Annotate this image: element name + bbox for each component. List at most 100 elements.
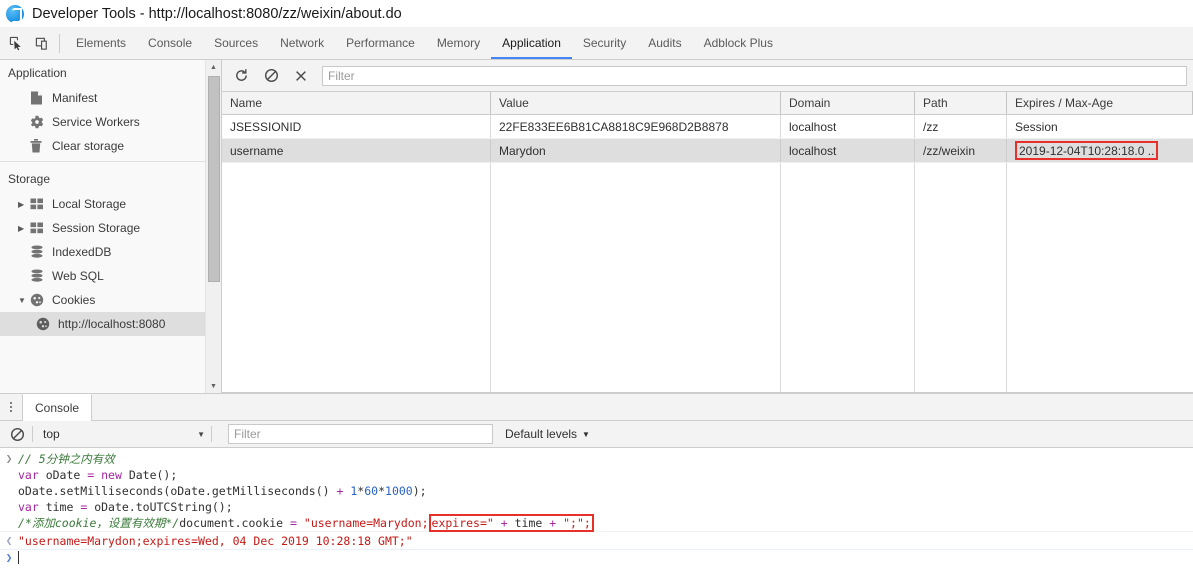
table-row[interactable]: JSESSIONID 22FE833EE6B81CA8818C9E968D2B8… [222, 115, 1193, 139]
console-output[interactable]: ❯ // 5分钟之内有效 var oDate = new Date(); oDa… [0, 448, 1193, 582]
clear-console-icon[interactable] [4, 427, 30, 442]
database-icon [30, 245, 50, 259]
devtools-blue-icon [6, 4, 24, 23]
trash-icon [30, 139, 50, 153]
column-header-domain[interactable]: Domain [781, 92, 915, 114]
tab-elements[interactable]: Elements [65, 28, 137, 59]
devtools-tabstrip: Elements Console Sources Network Perform… [0, 28, 1193, 60]
sidebar-scrollbar[interactable]: ▲ ▼ [205, 60, 221, 393]
code-token: time [514, 516, 550, 530]
console-result-message: ❮ "username=Marydon;expires=Wed, 04 Dec … [0, 531, 1193, 549]
empty-col-path [915, 163, 1007, 392]
drawer-tabstrip: Console [0, 394, 1193, 421]
table-grid-icon [30, 198, 50, 210]
empty-col-expires [1007, 163, 1193, 392]
tab-security[interactable]: Security [572, 28, 637, 59]
cookie-icon [30, 293, 50, 307]
code-token: + [336, 484, 351, 498]
tab-sources[interactable]: Sources [203, 28, 269, 59]
code-highlight-box: expires=" + time + ";"; [428, 514, 594, 532]
scroll-down-arrow-icon[interactable]: ▼ [206, 379, 221, 393]
code-line: var time = oDate.toUTCString(); [18, 499, 1193, 515]
table-header-row: Name Value Domain Path Expires / Max-Age [222, 92, 1193, 115]
code-comment: /*添加cookie，设置有效期*/ [18, 516, 180, 530]
sidebar-item-label: http://localhost:8080 [58, 317, 166, 331]
tab-memory[interactable]: Memory [426, 28, 491, 59]
empty-col-domain [781, 163, 915, 392]
refresh-icon[interactable] [226, 63, 256, 89]
tab-label: Application [502, 35, 561, 50]
column-header-expires[interactable]: Expires / Max-Age [1007, 92, 1193, 114]
database-icon [30, 269, 50, 283]
cell-path: /zz/weixin [915, 139, 1007, 162]
window-title-bar: Developer Tools - http://localhost:8080/… [0, 0, 1193, 28]
console-input-message: ❯ // 5分钟之内有效 var oDate = new Date(); oDa… [0, 451, 1193, 532]
code-token: Date(); [128, 468, 178, 482]
tab-label: Sources [214, 35, 259, 50]
sidebar-scrollbar-thumb[interactable] [208, 76, 220, 282]
sidebar-item-session-storage[interactable]: ▶ Session Storage [0, 216, 221, 240]
execution-context-value: top [43, 427, 60, 441]
chevron-right-icon[interactable]: ▶ [18, 224, 30, 233]
code-token: ";"; [563, 516, 591, 530]
chevron-down-icon[interactable]: ▼ [18, 296, 30, 305]
cell-expires-highlighted: 2019-12-04T10:28:18.0 .. [1007, 139, 1193, 162]
table-row[interactable]: username Marydon localhost /zz/weixin 20… [222, 139, 1193, 163]
tab-label: Console [148, 35, 193, 50]
code-line: // 5分钟之内有效 [18, 451, 1193, 467]
more-options-icon[interactable] [0, 394, 22, 420]
execution-context-select[interactable]: top ▼ [39, 424, 209, 444]
cell-value: Marydon [491, 139, 781, 162]
application-sidebar: Application Manifest Service Workers Cle… [0, 60, 222, 393]
console-filter-input[interactable] [228, 424, 493, 444]
console-toolbar: top ▼ Default levels ▼ [0, 421, 1193, 448]
sidebar-item-cookie-origin[interactable]: http://localhost:8080 [0, 312, 221, 336]
sidebar-item-label: Web SQL [52, 269, 104, 283]
code-token: var [18, 468, 46, 482]
toolbar-divider [32, 426, 33, 442]
toggle-device-toolbar-icon[interactable] [29, 28, 55, 59]
block-clear-icon[interactable] [256, 63, 286, 89]
sidebar-item-label: Local Storage [52, 197, 127, 211]
close-x-icon[interactable] [286, 63, 316, 89]
tab-application[interactable]: Application [491, 28, 572, 59]
drawer-tab-console[interactable]: Console [22, 394, 93, 421]
console-prompt-row[interactable]: ❯ [0, 549, 1193, 566]
tab-label: Memory [436, 35, 481, 50]
log-levels-dropdown[interactable]: Default levels ▼ [505, 427, 590, 441]
console-prompt-caret [18, 551, 19, 564]
code-token: + [549, 516, 564, 530]
code-line: var oDate = new Date(); [18, 467, 1193, 483]
sidebar-item-cookies[interactable]: ▼ Cookies [0, 288, 221, 312]
sidebar-item-web-sql[interactable]: Web SQL [0, 264, 221, 288]
inspect-element-icon[interactable] [3, 28, 29, 59]
sidebar-item-manifest[interactable]: Manifest [0, 86, 221, 110]
code-line: /*添加cookie，设置有效期*/document.cookie = "use… [18, 514, 1193, 532]
tab-console[interactable]: Console [137, 28, 203, 59]
code-token: ); [412, 484, 427, 498]
sidebar-item-label: Clear storage [52, 139, 125, 153]
tab-adblock-plus[interactable]: Adblock Plus [693, 28, 784, 59]
scroll-up-arrow-icon[interactable]: ▲ [206, 60, 221, 74]
column-header-name[interactable]: Name [222, 92, 491, 114]
application-panel: Application Manifest Service Workers Cle… [0, 60, 1193, 393]
code-token: var [18, 500, 46, 514]
sidebar-item-label: IndexedDB [52, 245, 112, 259]
cell-path: /zz [915, 115, 1007, 138]
sidebar-item-indexeddb[interactable]: IndexedDB [0, 240, 221, 264]
tab-label: Elements [76, 35, 127, 50]
column-header-path[interactable]: Path [915, 92, 1007, 114]
sidebar-item-service-workers[interactable]: Service Workers [0, 110, 221, 134]
code-token: 1000 [385, 484, 413, 498]
sidebar-item-clear-storage[interactable]: Clear storage [0, 134, 221, 158]
chevron-right-icon[interactable]: ▶ [18, 200, 30, 209]
sidebar-item-local-storage[interactable]: ▶ Local Storage [0, 192, 221, 216]
tab-performance[interactable]: Performance [335, 28, 426, 59]
tab-audits[interactable]: Audits [637, 28, 692, 59]
table-bottom-rule [222, 392, 1193, 393]
empty-col-value [491, 163, 781, 392]
cookies-filter-input[interactable] [322, 65, 1187, 86]
sidebar-item-label: Service Workers [52, 115, 140, 129]
tab-network[interactable]: Network [269, 28, 335, 59]
column-header-value[interactable]: Value [491, 92, 781, 114]
